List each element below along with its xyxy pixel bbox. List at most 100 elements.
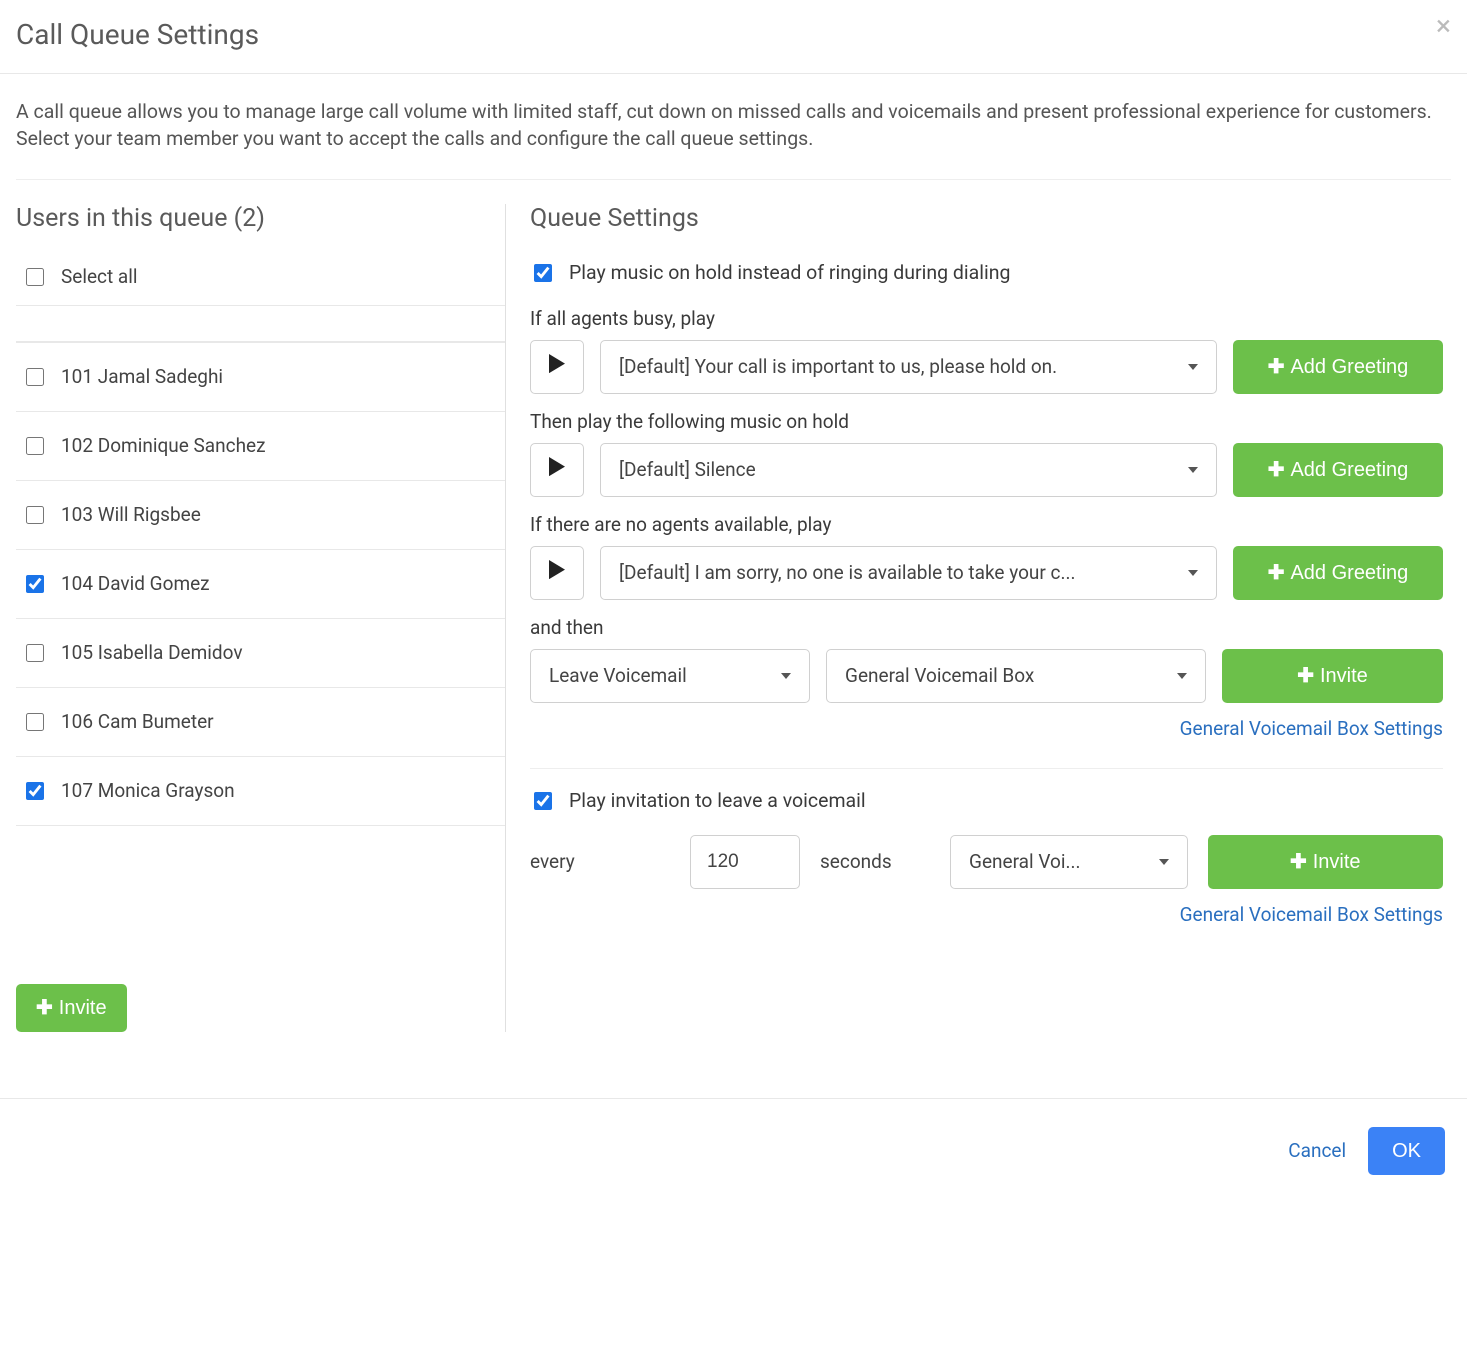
close-icon[interactable]: ×: [1436, 12, 1451, 40]
user-list: 101 Jamal Sadeghi 102 Dominique Sanchez …: [16, 305, 505, 962]
play-invitation-checkbox[interactable]: [534, 792, 552, 810]
no-agents-label: If there are no agents available, play: [530, 513, 1443, 536]
user-checkbox[interactable]: [26, 368, 44, 386]
add-greeting-label: Add Greeting: [1290, 561, 1408, 585]
users-invite-wrap: ✚ Invite: [16, 984, 505, 1032]
add-greeting-label: Add Greeting: [1290, 355, 1408, 379]
user-label: 107 Monica Grayson: [61, 779, 235, 802]
add-greeting-no-agents-button[interactable]: ✚ Add Greeting: [1233, 546, 1443, 600]
play-no-agents-button[interactable]: [530, 546, 584, 600]
add-greeting-label: Add Greeting: [1290, 458, 1408, 482]
interval-target-dropdown[interactable]: General Voi...: [950, 835, 1188, 889]
play-music-on-hold-checkbox[interactable]: [534, 264, 552, 282]
user-checkbox[interactable]: [26, 575, 44, 593]
then-music-label: Then play the following music on hold: [530, 410, 1443, 433]
user-label: 103 Will Rigsbee: [61, 503, 201, 526]
user-checkbox[interactable]: [26, 506, 44, 524]
chevron-down-icon: [1188, 570, 1198, 576]
select-all-label: Select all: [61, 265, 138, 288]
invite-label: Invite: [1313, 850, 1361, 874]
and-then-target-dropdown[interactable]: General Voicemail Box: [826, 649, 1206, 703]
ok-button[interactable]: OK: [1368, 1127, 1445, 1175]
play-icon: [549, 560, 565, 585]
seconds-label: seconds: [820, 850, 930, 873]
user-checkbox[interactable]: [26, 437, 44, 455]
plus-icon: ✚: [1268, 355, 1285, 379]
modal-footer: Cancel OK: [0, 1098, 1467, 1197]
columns: Users in this queue (2) Select all 101 J…: [16, 204, 1451, 1032]
select-all-checkbox[interactable]: [26, 268, 44, 286]
busy-label: If all agents busy, play: [530, 307, 1443, 330]
play-music-on-hold-row[interactable]: Play music on hold instead of ringing du…: [530, 261, 1443, 285]
chevron-down-icon: [1188, 467, 1198, 473]
invite-interval-button[interactable]: ✚ Invite: [1208, 835, 1444, 889]
user-checkbox[interactable]: [26, 644, 44, 662]
users-panel-title: Users in this queue (2): [16, 204, 505, 233]
user-scroll[interactable]: 101 Jamal Sadeghi 102 Dominique Sanchez …: [16, 342, 505, 962]
user-row[interactable]: 104 David Gomez: [16, 550, 505, 619]
plus-icon: ✚: [1290, 850, 1307, 874]
hold-music-dropdown[interactable]: [Default] Silence: [600, 443, 1217, 497]
chevron-down-icon: [1188, 364, 1198, 370]
intro-text: A call queue allows you to manage large …: [16, 90, 1451, 180]
play-busy-button[interactable]: [530, 340, 584, 394]
plus-icon: ✚: [1297, 664, 1314, 688]
and-then-label: and then: [530, 616, 1443, 639]
and-then-target-value: General Voicemail Box: [845, 664, 1177, 687]
modal-title: Call Queue Settings: [16, 18, 259, 51]
plus-icon: ✚: [1268, 561, 1285, 585]
add-greeting-busy-button[interactable]: ✚ Add Greeting: [1233, 340, 1443, 394]
user-row[interactable]: 105 Isabella Demidov: [16, 619, 505, 688]
queue-settings-title: Queue Settings: [530, 204, 1443, 233]
play-invitation-label: Play invitation to leave a voicemail: [569, 789, 866, 812]
interval-input[interactable]: [690, 835, 800, 889]
cancel-button[interactable]: Cancel: [1288, 1139, 1346, 1162]
no-agents-dropdown[interactable]: [Default] I am sorry, no one is availabl…: [600, 546, 1217, 600]
play-music-on-hold-label: Play music on hold instead of ringing du…: [569, 261, 1010, 284]
user-row[interactable]: 101 Jamal Sadeghi: [16, 343, 505, 412]
user-row[interactable]: 106 Cam Bumeter: [16, 688, 505, 757]
no-agents-value: [Default] I am sorry, no one is availabl…: [619, 561, 1188, 584]
busy-greeting-dropdown[interactable]: [Default] Your call is important to us, …: [600, 340, 1217, 394]
user-row[interactable]: 107 Monica Grayson: [16, 757, 505, 826]
no-agents-row: [Default] I am sorry, no one is availabl…: [530, 546, 1443, 600]
then-music-row: [Default] Silence ✚ Add Greeting: [530, 443, 1443, 497]
divider: [530, 768, 1443, 769]
user-label: 106 Cam Bumeter: [61, 710, 214, 733]
busy-row: [Default] Your call is important to us, …: [530, 340, 1443, 394]
queue-settings-panel: Queue Settings Play music on hold instea…: [506, 204, 1451, 1032]
vm-settings-link-row-1: General Voicemail Box Settings: [530, 717, 1443, 740]
every-label: every: [530, 850, 670, 873]
vm-settings-link-row-2: General Voicemail Box Settings: [530, 903, 1443, 926]
vm-settings-link[interactable]: General Voicemail Box Settings: [1180, 903, 1443, 926]
user-row[interactable]: 103 Will Rigsbee: [16, 481, 505, 550]
invite-users-label: Invite: [59, 996, 107, 1020]
call-queue-modal: Call Queue Settings × A call queue allow…: [0, 0, 1467, 1197]
chevron-down-icon: [781, 673, 791, 679]
user-checkbox[interactable]: [26, 782, 44, 800]
play-invitation-row[interactable]: Play invitation to leave a voicemail: [530, 789, 1443, 813]
add-greeting-hold-button[interactable]: ✚ Add Greeting: [1233, 443, 1443, 497]
invite-voicemail-button[interactable]: ✚ Invite: [1222, 649, 1443, 703]
user-label: 102 Dominique Sanchez: [61, 434, 266, 457]
modal-header: Call Queue Settings ×: [0, 0, 1467, 74]
modal-body: A call queue allows you to manage large …: [0, 74, 1467, 1048]
plus-icon: ✚: [1268, 458, 1285, 482]
user-checkbox[interactable]: [26, 713, 44, 731]
user-row[interactable]: 102 Dominique Sanchez: [16, 412, 505, 481]
user-search-gap: [16, 306, 505, 342]
hold-music-value: [Default] Silence: [619, 458, 1188, 481]
invite-label: Invite: [1320, 664, 1368, 688]
plus-icon: ✚: [36, 996, 53, 1020]
select-all-row[interactable]: Select all: [16, 261, 505, 295]
vm-settings-link[interactable]: General Voicemail Box Settings: [1180, 717, 1443, 740]
play-hold-music-button[interactable]: [530, 443, 584, 497]
and-then-action-dropdown[interactable]: Leave Voicemail: [530, 649, 810, 703]
user-label: 101 Jamal Sadeghi: [61, 365, 223, 388]
chevron-down-icon: [1177, 673, 1187, 679]
play-icon: [549, 354, 565, 379]
and-then-row: Leave Voicemail General Voicemail Box ✚ …: [530, 649, 1443, 703]
interval-target-value: General Voi...: [969, 850, 1159, 873]
chevron-down-icon: [1159, 859, 1169, 865]
invite-users-button[interactable]: ✚ Invite: [16, 984, 127, 1032]
